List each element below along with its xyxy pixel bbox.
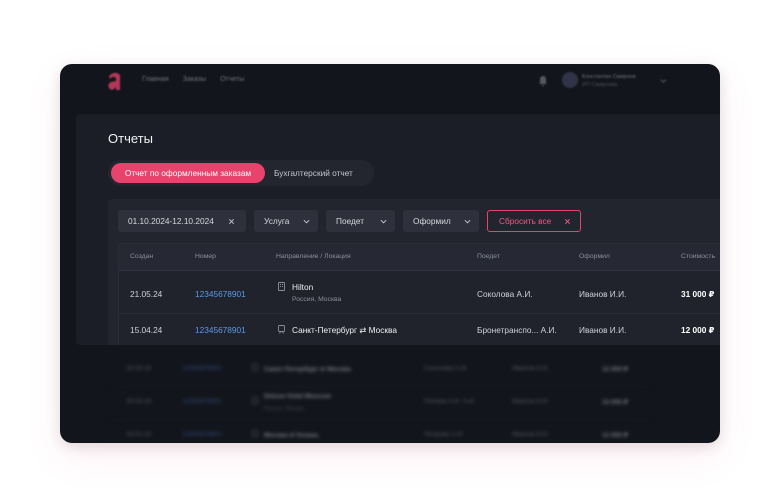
created-cell: 21.05.24 xyxy=(130,289,163,299)
avatar[interactable] xyxy=(562,72,578,88)
chevron-down-icon xyxy=(464,219,471,224)
table-row[interactable]: 21.05.24 12345678901 Hilton Россия, Моск… xyxy=(119,272,720,314)
direction-cell: Hilton xyxy=(292,282,314,292)
column-created[interactable]: Создан xyxy=(130,253,153,260)
close-icon[interactable] xyxy=(228,218,235,225)
reports-panel: Отчеты Отчет по оформленным заказам Бухг… xyxy=(76,114,720,345)
created-cell: 15.04.24 xyxy=(130,325,163,335)
service-filter-label: Услуга xyxy=(264,216,290,226)
page-title: Отчеты xyxy=(108,131,153,146)
order-number-link[interactable]: 12345678901 xyxy=(182,365,222,372)
service-filter-dropdown[interactable]: Услуга xyxy=(254,210,318,232)
order-number-link[interactable]: 12345678901 xyxy=(195,289,246,299)
direction-cell: Санкт-Петербург ⇄ Москва xyxy=(264,366,351,373)
report-tabs: Отчет по оформленным заказам Бухгалтерск… xyxy=(108,160,374,186)
direction-cell: Санкт-Петербург ⇄ Москва xyxy=(292,325,397,335)
nav-link-home[interactable]: Главная xyxy=(142,76,169,83)
reset-filters-label: Сбросить все xyxy=(499,216,552,226)
tab-accounting-report[interactable]: Бухгалтерский отчет xyxy=(274,163,353,183)
train-icon xyxy=(252,364,258,371)
column-issued-by[interactable]: Оформил xyxy=(579,253,610,260)
issued-by-filter-label: Оформил xyxy=(413,216,451,226)
traveller-cell: Соколова А.И. xyxy=(424,365,468,372)
issued-by-cell: Иванов И.И. xyxy=(512,365,550,372)
location-cell: Россия, Москва xyxy=(292,296,342,303)
table-row: 15.04.24 12345678901 Санкт-Петербург ⇄ М… xyxy=(112,354,652,387)
train-icon xyxy=(252,430,258,437)
nav-link-orders[interactable]: Заказы xyxy=(183,76,206,83)
created-cell: 25.03.24 xyxy=(126,398,152,405)
date-range-filter[interactable]: 01.10.2024-12.10.2024 xyxy=(118,210,246,232)
column-direction[interactable]: Направление / Локация xyxy=(276,253,351,260)
order-number-link[interactable]: 12345678901 xyxy=(195,325,246,335)
issued-by-cell: Иванов И.И. xyxy=(579,325,627,335)
chevron-down-icon xyxy=(303,219,310,224)
background-table-rows: 15.04.24 12345678901 Санкт-Петербург ⇄ М… xyxy=(112,354,652,443)
train-icon xyxy=(278,325,285,334)
traveller-cell: Петрова А.И. xyxy=(424,431,464,438)
cost-cell: 12 000 ₽ xyxy=(602,366,629,373)
traveller-cell: Попова А.И. А.И. xyxy=(424,398,476,405)
hotel-icon xyxy=(252,397,258,404)
tab-issued-orders-report[interactable]: Отчет по оформленным заказам xyxy=(111,163,265,183)
user-name: Константин Смирнов xyxy=(582,74,636,80)
order-number-link[interactable]: 12345678901 xyxy=(182,431,222,438)
hotel-icon xyxy=(278,282,285,291)
column-cost[interactable]: Стоимость xyxy=(681,253,715,260)
cost-cell: 15 000 ₽ xyxy=(602,399,629,406)
direction-cell: Deluxe Hotel Moscow xyxy=(264,393,331,400)
bell-icon[interactable] xyxy=(538,75,548,87)
issued-by-cell: Иванов И.И. xyxy=(512,431,550,438)
traveller-cell: Бронетранспо... А.И. xyxy=(477,325,557,335)
created-cell: 18.01.24 xyxy=(126,431,152,438)
table-header: Создан Номер Направление / Локация Поеде… xyxy=(119,244,720,271)
issued-by-filter-dropdown[interactable]: Оформил xyxy=(403,210,479,232)
user-info[interactable]: Константин Смирнов ИП Смирнова xyxy=(582,73,636,89)
top-navigation: Главная Заказы Отчеты Константин Смирнов… xyxy=(60,64,720,100)
close-icon xyxy=(564,218,571,225)
order-number-link[interactable]: 12345678901 xyxy=(182,398,222,405)
issued-by-cell: Иванов И.И. xyxy=(512,398,550,405)
table-row: 25.03.24 12345678901 Deluxe Hotel Moscow… xyxy=(112,387,652,420)
cost-cell: 12 000 ₽ xyxy=(681,325,715,335)
column-number[interactable]: Номер xyxy=(195,253,216,260)
date-range-value: 01.10.2024-12.10.2024 xyxy=(128,216,214,226)
created-cell: 15.04.24 xyxy=(126,365,152,372)
issued-by-cell: Иванов И.И. xyxy=(579,289,627,299)
chevron-down-icon xyxy=(380,219,387,224)
cost-cell: 31 000 ₽ xyxy=(681,289,715,299)
brand-logo-icon[interactable] xyxy=(106,70,124,92)
app-window: Главная Заказы Отчеты Константин Смирнов… xyxy=(60,64,720,443)
chevron-down-icon[interactable] xyxy=(660,77,667,84)
traveller-filter-label: Поедет xyxy=(336,216,364,226)
cost-cell: 12 000 ₽ xyxy=(602,432,629,439)
location-cell: Россия, Москва xyxy=(264,406,304,412)
column-traveller[interactable]: Поедет xyxy=(477,253,500,260)
nav-links: Главная Заказы Отчеты xyxy=(142,76,244,83)
traveller-filter-dropdown[interactable]: Поедет xyxy=(326,210,395,232)
nav-link-reports[interactable]: Отчеты xyxy=(220,76,244,83)
user-role: ИП Смирнова xyxy=(582,82,618,88)
table-row[interactable]: 15.04.24 12345678901 Санкт-Петербург ⇄ М… xyxy=(119,315,720,345)
reset-filters-button[interactable]: Сбросить все xyxy=(487,210,581,232)
direction-cell: Москва ⇄ Казань xyxy=(264,432,320,439)
traveller-cell: Соколова А.И. xyxy=(477,289,533,299)
orders-table: Создан Номер Направление / Локация Поеде… xyxy=(118,243,720,345)
table-row: 18.01.24 12345678901 Москва ⇄ Казань Пет… xyxy=(112,420,652,443)
filter-bar: 01.10.2024-12.10.2024 Услуга Поедет Офор… xyxy=(108,199,720,345)
